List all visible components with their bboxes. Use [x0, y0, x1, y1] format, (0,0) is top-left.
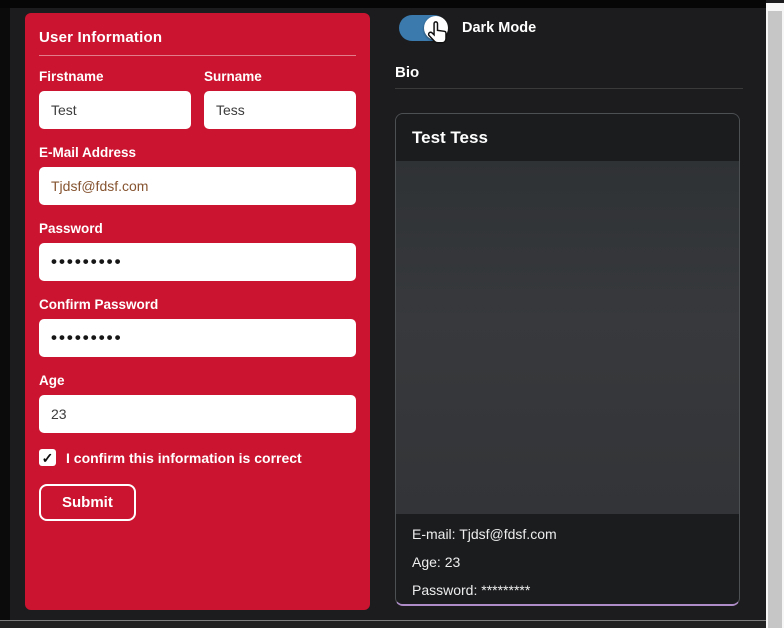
- window-left-edge: [0, 8, 10, 620]
- confirm-checkbox[interactable]: ✓: [39, 449, 56, 466]
- window-bottom-edge: [0, 620, 766, 628]
- bio-section-title: Bio: [395, 64, 743, 81]
- bio-card-title: Test Tess: [412, 128, 488, 148]
- bio-column: Dark Mode Bio Test Tess E-mail: Tjdsf@fd…: [395, 14, 743, 606]
- title-divider: [39, 55, 356, 56]
- age-label: Age: [39, 373, 356, 388]
- bio-email-line: E-mail: Tjdsf@fdsf.com: [412, 526, 723, 542]
- email-input[interactable]: [39, 167, 356, 205]
- confirm-password-input[interactable]: [39, 319, 356, 357]
- bio-age-line: Age: 23: [412, 554, 723, 570]
- firstname-input[interactable]: [39, 91, 191, 129]
- bio-password-line: Password: *********: [412, 582, 723, 598]
- bio-card-footer: E-mail: Tjdsf@fdsf.com Age: 23 Password:…: [396, 514, 739, 604]
- bio-card-body: [396, 161, 739, 514]
- window-top-edge: [0, 0, 766, 8]
- dark-mode-toggle-row: Dark Mode: [395, 14, 743, 42]
- firstname-label: Firstname: [39, 69, 191, 84]
- confirm-checkbox-row: ✓ I confirm this information is correct: [39, 449, 356, 466]
- surname-label: Surname: [204, 69, 356, 84]
- cursor-pointer-icon: [425, 21, 450, 48]
- dark-mode-label: Dark Mode: [462, 20, 536, 36]
- bio-divider: [395, 88, 743, 89]
- email-label: E-Mail Address: [39, 145, 356, 160]
- user-information-panel: User Information Firstname Surname E-Mai…: [25, 13, 370, 610]
- checkmark-icon: ✓: [42, 451, 54, 465]
- surname-input[interactable]: [204, 91, 356, 129]
- age-input[interactable]: [39, 395, 356, 433]
- page-scrollbar[interactable]: [766, 3, 784, 628]
- confirm-password-label: Confirm Password: [39, 297, 356, 312]
- scrollbar-thumb[interactable]: [768, 11, 782, 628]
- submit-button[interactable]: Submit: [39, 484, 136, 521]
- panel-title: User Information: [39, 29, 356, 46]
- password-input[interactable]: [39, 243, 356, 281]
- password-label: Password: [39, 221, 356, 236]
- bio-card-header: Test Tess: [396, 114, 739, 161]
- bio-card: Test Tess E-mail: Tjdsf@fdsf.com Age: 23…: [395, 113, 740, 606]
- confirm-checkbox-label: I confirm this information is correct: [66, 450, 302, 466]
